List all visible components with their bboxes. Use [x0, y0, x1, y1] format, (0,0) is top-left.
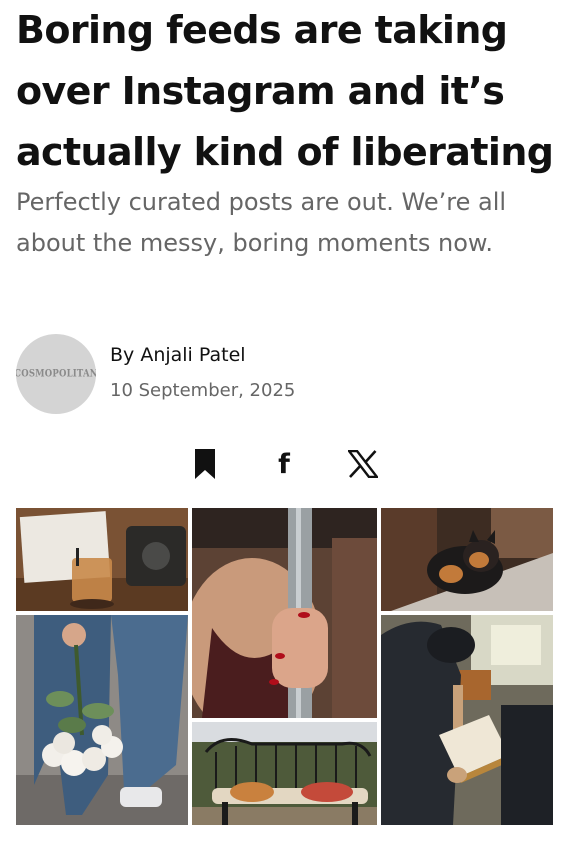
article-page: Boring feeds are taking over Instagram a…	[0, 0, 568, 845]
article-headline: Boring feeds are taking over Instagram a…	[16, 8, 554, 174]
author-name[interactable]: By Anjali Patel	[110, 344, 246, 366]
article-dek: Perfectly curated posts are out. We’re a…	[16, 188, 507, 257]
woman-red-nails-pole-photo[interactable]	[192, 508, 377, 718]
avatar-logo-text: COSMOPOLITAN	[16, 367, 96, 381]
facebook-share-button[interactable]: f	[270, 444, 298, 484]
cat-on-ledge-photo[interactable]	[381, 508, 553, 611]
person-holding-white-roses-photo[interactable]	[16, 615, 188, 825]
x-share-button[interactable]	[344, 444, 382, 484]
bookmark-icon	[195, 449, 215, 479]
facebook-icon: f	[278, 448, 290, 480]
cafe-table-drink-photo[interactable]	[16, 508, 188, 611]
share-bar: f	[0, 444, 568, 484]
photo-collage	[16, 508, 553, 825]
man-reading-book-photo[interactable]	[381, 615, 553, 825]
publish-date: 10 September, 2025	[110, 380, 296, 401]
cat-on-bench-photo[interactable]	[192, 722, 377, 825]
x-icon	[348, 450, 378, 478]
byline: COSMOPOLITAN By Anjali Patel 10 Septembe…	[16, 334, 556, 414]
bookmark-button[interactable]	[188, 444, 222, 484]
avatar[interactable]: COSMOPOLITAN	[16, 334, 96, 414]
